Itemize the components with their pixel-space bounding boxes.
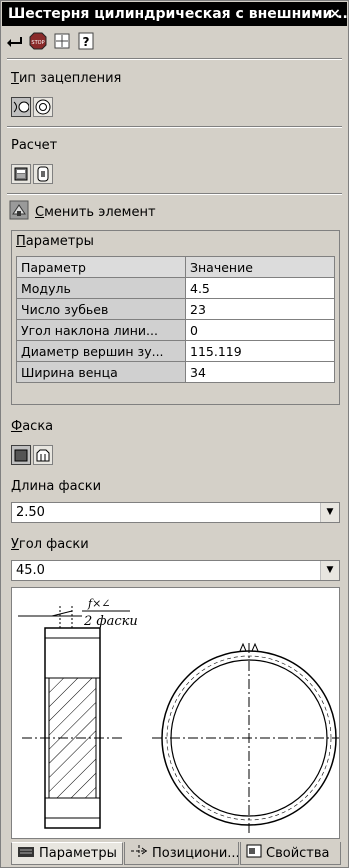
chamfer-angle-combo[interactable]: 45.0 ▼: [11, 560, 340, 581]
param-name: Диаметр вершин зу...: [16, 340, 186, 362]
chamfer-both-sides-icon[interactable]: [33, 445, 53, 465]
chamfer-angle-value: 45.0: [16, 563, 45, 578]
toolbar: STOP ?: [5, 29, 95, 53]
window-title: Шестерня цилиндрическая с внешними ...: [8, 6, 347, 22]
bottom-tabs: Параметры Позициони... Свойства: [11, 842, 341, 866]
properties-tab-icon: [246, 844, 262, 862]
svg-text:?: ?: [83, 35, 90, 49]
calculator-icon[interactable]: [11, 164, 31, 184]
gear-properties-panel: Шестерня цилиндрическая с внешними ... ×…: [0, 0, 349, 868]
divider: [7, 58, 342, 60]
table-row[interactable]: Диаметр вершин зу... 115.119: [16, 340, 335, 362]
tab-label: Параметры: [39, 846, 117, 861]
table-row[interactable]: Угол наклона лини... 0: [16, 319, 335, 341]
internal-mesh-icon[interactable]: [33, 97, 53, 117]
param-name: Угол наклона лини...: [16, 319, 186, 341]
chamfer-length-label: Длина фаски: [11, 479, 102, 494]
param-value[interactable]: 0: [185, 319, 335, 341]
chevron-down-icon[interactable]: ▼: [320, 561, 339, 580]
fit-view-icon[interactable]: [53, 32, 71, 50]
close-icon[interactable]: ×: [327, 2, 343, 26]
column-header: Параметр: [16, 256, 186, 278]
parameters-table: Параметр Значение Модуль 4.5 Число зубье…: [16, 256, 335, 383]
chamfer-label: Фаска: [11, 419, 54, 434]
help-icon[interactable]: ?: [77, 32, 95, 50]
chamfer-annotation-bottom: 2 фаски: [83, 614, 138, 629]
gear-drawing: f×∠ 2 фаски: [18, 597, 346, 833]
mesh-type-label: Тип зацепления: [11, 71, 122, 86]
chamfer-one-side-icon[interactable]: [11, 445, 31, 465]
table-header-row: Параметр Значение: [16, 256, 335, 278]
table-row[interactable]: Модуль 4.5: [16, 277, 335, 299]
tab-label: Позициони...: [152, 845, 239, 861]
column-header: Значение: [185, 256, 335, 278]
divider: [7, 126, 342, 128]
param-name: Число зубьев: [16, 298, 186, 320]
title-bar: Шестерня цилиндрическая с внешними ... ×: [2, 2, 347, 26]
parameters-group: Параметры Параметр Значение Модуль 4.5 Ч…: [11, 230, 340, 405]
chamfer-angle-label: Угол фаски: [11, 537, 89, 552]
table-row[interactable]: Ширина венца 34: [16, 361, 335, 383]
param-value[interactable]: 4.5: [185, 277, 335, 299]
svg-text:STOP: STOP: [31, 40, 44, 46]
tab-positioning[interactable]: Позициони...: [124, 842, 239, 865]
calc-label: Расчет: [11, 138, 58, 153]
change-element-label: Сменить элемент: [35, 204, 156, 220]
parameters-tab-icon: [17, 845, 35, 863]
chamfer-annotation-top: f×∠: [87, 597, 111, 610]
parameters-title: Параметры: [16, 234, 94, 249]
positioning-tab-icon: [130, 844, 148, 862]
param-value[interactable]: 115.119: [185, 340, 335, 362]
chamfer-length-value: 2.50: [16, 505, 45, 520]
change-element-button[interactable]: Сменить элемент: [9, 200, 156, 224]
apply-arrow-icon[interactable]: [5, 32, 23, 50]
param-name: Модуль: [16, 277, 186, 299]
chevron-down-icon[interactable]: ▼: [320, 503, 339, 522]
database-icon[interactable]: [33, 164, 53, 184]
change-element-icon: [9, 200, 29, 224]
tab-parameters[interactable]: Параметры: [11, 842, 123, 865]
divider: [7, 193, 342, 195]
external-mesh-icon[interactable]: [11, 97, 31, 117]
chamfer-length-combo[interactable]: 2.50 ▼: [11, 502, 340, 523]
gear-preview: f×∠ 2 фаски: [11, 587, 346, 839]
tab-properties[interactable]: Свойства: [240, 842, 341, 865]
table-row[interactable]: Число зубьев 23: [16, 298, 335, 320]
stop-icon[interactable]: STOP: [29, 32, 47, 50]
tab-label: Свойства: [266, 845, 330, 861]
param-value[interactable]: 34: [185, 361, 335, 383]
param-name: Ширина венца: [16, 361, 186, 383]
param-value[interactable]: 23: [185, 298, 335, 320]
